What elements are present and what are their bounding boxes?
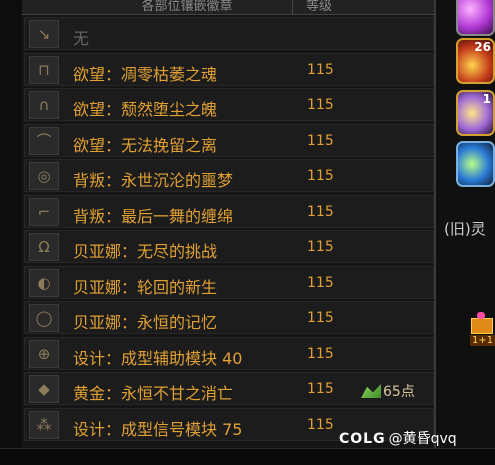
emblem-row[interactable]: ◐ 贝亚娜：轮回的新生 115	[24, 265, 434, 299]
emblem-level: 115	[307, 381, 334, 397]
emblem-level: 115	[307, 310, 334, 326]
emblem-level: 115	[307, 416, 334, 433]
weapon-icon: ↘	[29, 20, 59, 48]
shoes-icon: ⌐	[29, 197, 59, 226]
header-name: 各部位镶嵌徽章	[141, 0, 233, 14]
emblem-level: 115	[307, 345, 334, 362]
pants-icon: ∩	[29, 91, 59, 119]
emblem-row[interactable]: ◆ 黄金：永恒不甘之消亡 115 65点	[24, 372, 434, 405]
emblem-level: 115	[307, 168, 334, 184]
emblem-row[interactable]: ⊕ 设计：成型辅助模块 40 115	[24, 336, 434, 370]
colg-logo: COLG	[339, 431, 386, 447]
emblem-name: 贝亚娜：永恒的记忆	[73, 313, 218, 332]
emblem-name: 背叛：永世沉沦的噩梦	[73, 171, 234, 190]
watermark-text: @黄昏qvq	[388, 431, 457, 447]
emblem-level: 115	[307, 203, 334, 220]
magic-stone-icon: ◆	[29, 375, 59, 403]
top-armor-icon: ⊓	[29, 55, 59, 84]
bottom-bar	[0, 448, 495, 465]
emblem-row[interactable]: Ω 贝亚娜：无尽的挑战 115	[24, 230, 434, 263]
emblem-name: 无	[73, 29, 90, 48]
emblem-name: 欲望：无法挽留之离	[73, 135, 218, 155]
emblem-level: 115	[307, 132, 334, 149]
emblem-name: 贝亚娜：无尽的挑战	[73, 242, 218, 261]
emblem-level: 115	[307, 239, 334, 255]
bonus-unit: 点	[400, 384, 415, 400]
earring-icon: ⁂	[29, 410, 59, 439]
emblem-row[interactable]: ⊓ 欲望：凋零枯萎之魂 115	[24, 52, 434, 86]
bonus-value: 65	[383, 384, 401, 400]
emblem-list: ↘ 无 ⊓ 欲望：凋零枯萎之魂 115 ∩ 欲望：颓然堕尘之魄 115 ⌒ 欲望：无法挽留之离 11…	[24, 17, 434, 443]
belt-icon: ◎	[29, 162, 59, 190]
shoulder-icon: ⌒	[29, 126, 59, 155]
ring-icon: ◯	[29, 304, 59, 332]
skill-slot-2[interactable]: 26	[456, 38, 495, 84]
gift-label: 1+1	[470, 335, 495, 346]
skill-slot-1[interactable]	[456, 0, 495, 36]
emblem-row[interactable]: ⌐ 背叛：最后一舞的缠绵 115	[24, 194, 434, 228]
emblem-row[interactable]: ↘ 无	[24, 17, 434, 50]
skill-slot-4[interactable]	[456, 141, 495, 187]
header-level: 等级	[292, 0, 345, 14]
growth-icon	[361, 384, 381, 398]
emblem-name: 欲望：颓然堕尘之魄	[73, 100, 218, 119]
emblem-name: 黄金：永恒不甘之消亡	[73, 384, 234, 403]
emblem-name: 背叛：最后一舞的缠绵	[73, 206, 234, 226]
emblem-row[interactable]: ◎ 背叛：永世沉沦的噩梦 115	[24, 159, 434, 192]
emblem-level: 115	[307, 274, 334, 291]
emblem-row[interactable]: ∩ 欲望：颓然堕尘之魄 115	[24, 88, 434, 121]
bonus-points: 65点	[361, 381, 415, 401]
emblem-name: 设计：成型信号模块 75	[73, 419, 243, 439]
emblem-name: 设计：成型辅助模块 40	[73, 348, 243, 368]
emblem-level: 115	[307, 61, 334, 78]
emblem-name: 欲望：凋零枯萎之魂	[73, 64, 218, 84]
skill-slot-3[interactable]: 1	[456, 90, 495, 136]
old-item-label: (旧)灵	[444, 220, 486, 238]
emblem-row[interactable]: ◯ 贝亚娜：永恒的记忆 115	[24, 301, 434, 334]
support-icon: ⊕	[29, 339, 59, 368]
emblem-level: 115	[307, 97, 334, 113]
bracelet-icon: ◐	[29, 268, 59, 297]
necklace-icon: Ω	[29, 233, 59, 261]
watermark: COLG @黄昏qvq	[339, 428, 457, 448]
emblem-name: 贝亚娜：轮回的新生	[73, 277, 218, 297]
emblem-row[interactable]: ⌒ 欲望：无法挽留之离 115	[24, 123, 434, 157]
gift-icon[interactable]	[468, 312, 494, 334]
emblem-panel: 各部位镶嵌徽章 等级 ↘ 无 ⊓ 欲望：凋零枯萎之魂 115 ∩ 欲望：颓然堕尘之魄 115 ⌒…	[22, 0, 436, 464]
panel-header: 各部位镶嵌徽章 等级	[22, 0, 434, 15]
right-sidebar: 26 1 (旧)灵 1+1	[436, 0, 495, 464]
